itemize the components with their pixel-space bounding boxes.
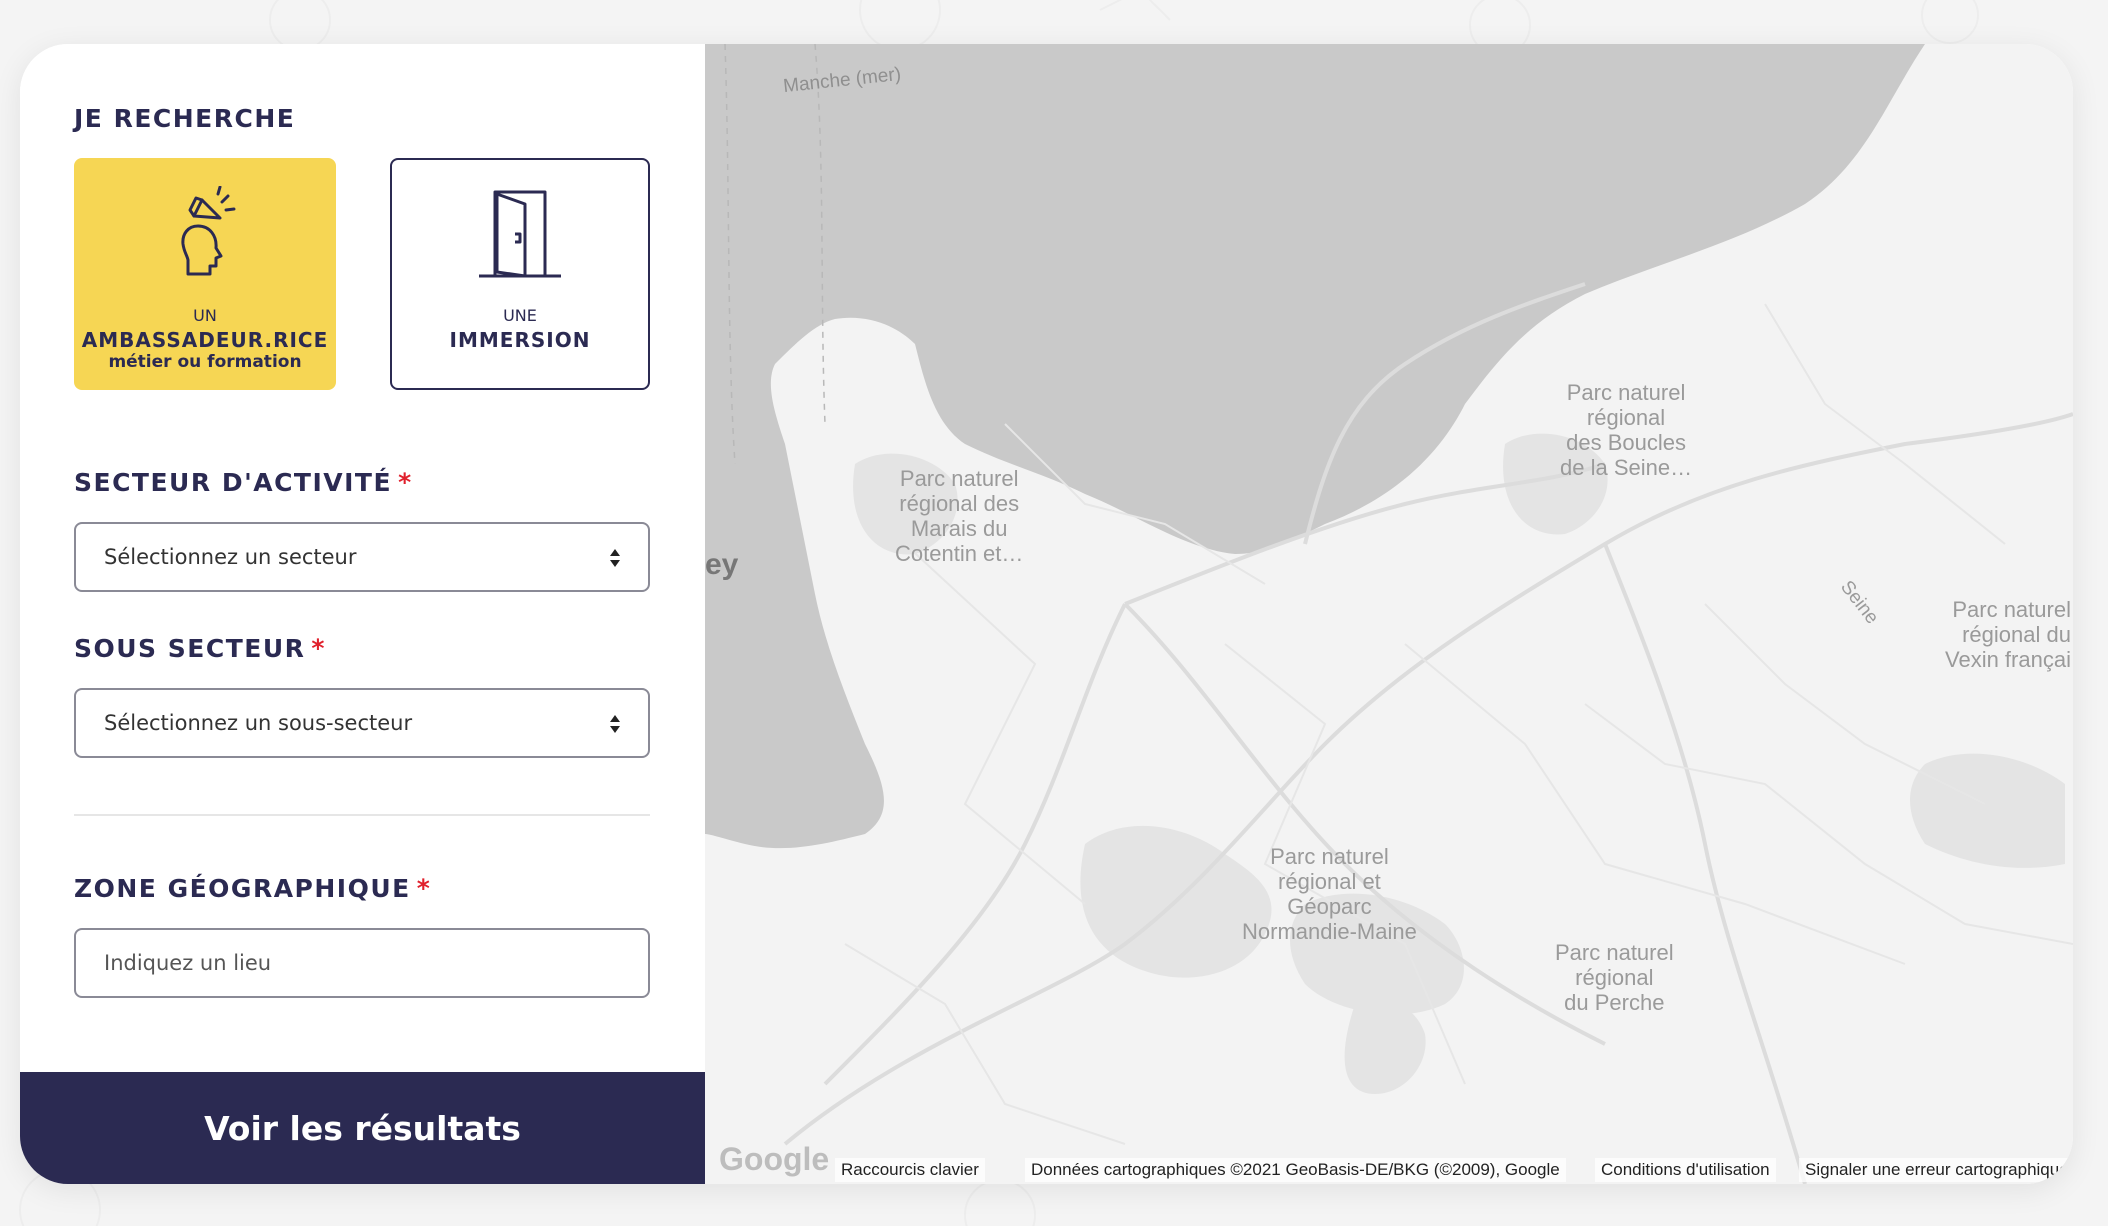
location-input-placeholder: Indiquez un lieu — [104, 951, 272, 975]
option-immersion-prefix: UNE — [503, 306, 537, 325]
divider — [74, 814, 650, 816]
map-label-park-boucles: Parc naturel régional des Boucles de la … — [1560, 380, 1693, 480]
option-immersion[interactable]: UNE IMMERSION — [390, 158, 650, 390]
subsector-label: SOUS SECTEUR * — [74, 634, 326, 663]
required-marker: * — [416, 874, 432, 903]
required-marker: * — [398, 468, 413, 497]
google-logo[interactable]: Google — [719, 1141, 829, 1178]
sector-label: SECTEUR D'ACTIVITÉ * — [74, 468, 413, 497]
option-ambassador-subtitle: métier ou formation — [108, 352, 302, 372]
map-data-attribution: Données cartographiques ©2021 GeoBasis-D… — [1025, 1158, 1566, 1182]
select-arrows-icon — [610, 715, 620, 733]
terms-link[interactable]: Conditions d'utilisation — [1595, 1158, 1776, 1182]
sector-select-value: Sélectionnez un secteur — [104, 545, 357, 569]
option-ambassador-title: AMBASSADEUR.RICE — [81, 328, 329, 352]
head-megaphone-icon — [181, 186, 236, 276]
option-ambassador[interactable]: UN AMBASSADEUR.RICE métier ou formation — [74, 158, 336, 390]
map-label-park-perche: Parc naturel régional du Perche — [1555, 940, 1674, 1015]
report-error-link[interactable]: Signaler une erreur cartographique — [1799, 1158, 2073, 1182]
required-marker: * — [311, 634, 326, 663]
option-ambassador-prefix: UN — [193, 306, 217, 325]
select-arrows-icon — [610, 549, 620, 567]
show-results-button[interactable]: Voir les résultats — [20, 1072, 705, 1184]
subsector-select[interactable]: Sélectionnez un sous-secteur — [74, 688, 650, 758]
search-card: JE RECHERCHE UN AMBASSADEUR.RICE métier … — [20, 44, 2073, 1184]
search-panel: JE RECHERCHE UN AMBASSADEUR.RICE métier … — [20, 44, 705, 1184]
location-input[interactable]: Indiquez un lieu — [74, 928, 650, 998]
zone-label: ZONE GÉOGRAPHIQUE * — [74, 874, 432, 903]
map-label-park-normandie: Parc naturel régional et Géoparc Normand… — [1242, 844, 1417, 944]
map-label-place: ey — [705, 548, 739, 581]
map-label-park-marais: Parc naturel régional des Marais du Cote… — [895, 466, 1024, 566]
option-immersion-title: IMMERSION — [449, 328, 591, 352]
keyboard-shortcuts-link[interactable]: Raccourcis clavier — [835, 1158, 985, 1182]
map-view[interactable]: Manche (mer) Parc naturel régional des M… — [705, 44, 2073, 1184]
door-icon — [479, 190, 561, 278]
map-label-park-vexin: Parc naturel régional du Vexin françai — [1945, 597, 2071, 672]
search-heading: JE RECHERCHE — [74, 104, 296, 133]
sector-select[interactable]: Sélectionnez un secteur — [74, 522, 650, 592]
subsector-select-value: Sélectionnez un sous-secteur — [104, 711, 413, 735]
